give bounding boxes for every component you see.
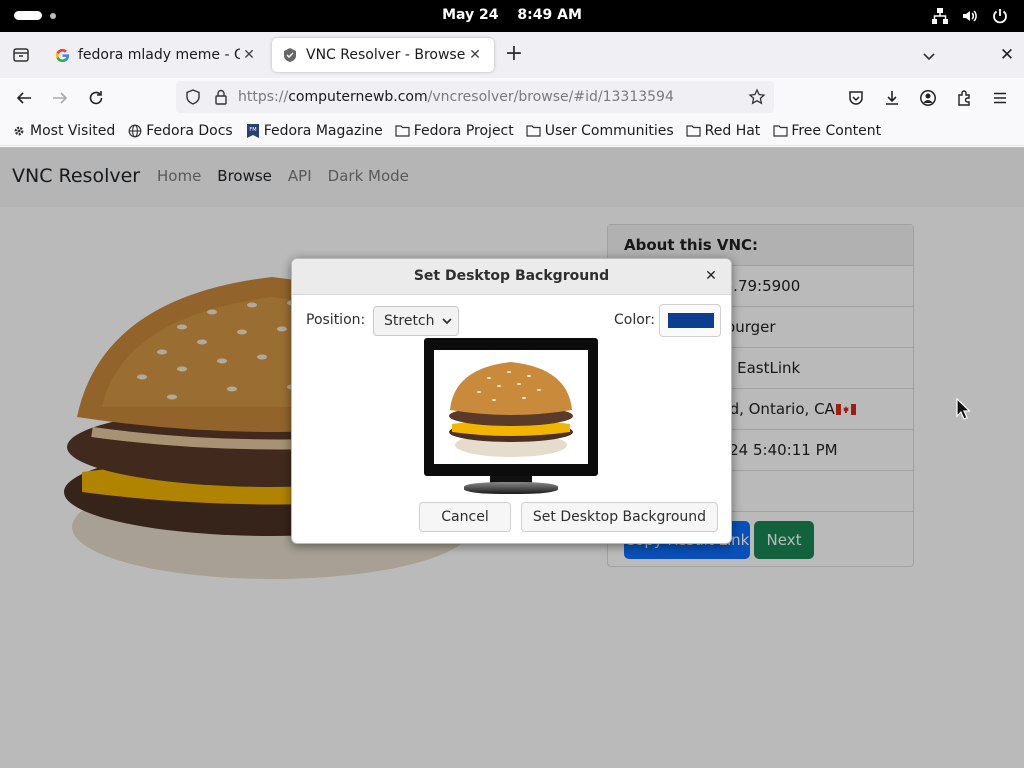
downloads-button[interactable] (880, 86, 904, 110)
reload-button[interactable] (84, 86, 108, 110)
lock-icon[interactable] (212, 88, 230, 106)
bookmarks-toolbar: Most Visited Fedora Docs FM Fedora Magaz… (0, 116, 1024, 146)
color-swatch (668, 313, 714, 328)
bookmark-label: Red Hat (704, 122, 761, 139)
bookmark-red-hat[interactable]: Red Hat (686, 122, 761, 139)
bookmark-label: Fedora Docs (146, 122, 233, 139)
pocket-button[interactable] (844, 86, 868, 110)
clock[interactable]: May 24 8:49 AM (0, 7, 1024, 23)
bookmark-free-content[interactable]: Free Content (772, 123, 881, 139)
bookmark-label: Most Visited (30, 122, 116, 139)
color-label: Color: (614, 312, 656, 328)
color-picker-button[interactable] (659, 304, 721, 337)
set-desktop-background-dialog: Set Desktop Background ✕ Position: Stret… (291, 258, 732, 544)
tab-title: fedora mlady meme - Goo (78, 47, 240, 63)
bookmark-star-icon[interactable] (748, 88, 766, 106)
gear-icon (11, 123, 27, 139)
back-button[interactable] (12, 86, 36, 110)
folder-icon (526, 123, 542, 139)
system-top-bar: May 24 8:49 AM (0, 0, 1024, 32)
bookmark-fedora-docs[interactable]: Fedora Docs (127, 122, 233, 139)
background-preview-image (434, 350, 588, 464)
position-dropdown[interactable]: Stretch (373, 306, 459, 336)
volume-icon (960, 6, 980, 26)
network-icon (930, 6, 950, 26)
monitor-frame (424, 338, 598, 476)
bookmark-label: Free Content (791, 122, 882, 139)
clock-date: May 24 (442, 7, 499, 23)
hamburger-menu-icon (994, 92, 1006, 104)
account-button[interactable] (916, 86, 940, 110)
tab-vnc-resolver[interactable]: VNC Resolver - Browse ✕ (272, 38, 494, 72)
set-desktop-background-button[interactable]: Set Desktop Background (521, 502, 718, 532)
svg-text:FM: FM (249, 127, 256, 133)
folder-icon (395, 123, 411, 139)
url-path: /vncresolver/browse/#id/13313594 (427, 89, 674, 105)
clock-time: 8:49 AM (517, 7, 582, 23)
bookmark-fedora-magazine[interactable]: FM Fedora Magazine (245, 123, 383, 139)
url-text[interactable]: https://computernewb.com/vncresolver/bro… (238, 89, 674, 105)
download-icon (886, 91, 898, 105)
extensions-button[interactable] (952, 86, 976, 110)
dialog-close-icon[interactable]: ✕ (702, 267, 720, 285)
mouse-cursor-icon (956, 398, 970, 420)
chevron-down-icon (441, 315, 453, 327)
google-icon (54, 47, 70, 63)
forward-arrow-icon (53, 92, 68, 104)
forward-button[interactable] (48, 86, 72, 110)
url-scheme: https:// (238, 89, 289, 105)
new-tab-button[interactable]: + (502, 43, 526, 67)
url-host: computernewb.com (288, 89, 428, 105)
folder-icon (772, 123, 788, 139)
account-icon (920, 90, 936, 106)
power-icon (990, 6, 1010, 26)
fedora-magazine-icon: FM (245, 123, 261, 139)
bookmark-fedora-project[interactable]: Fedora Project (395, 123, 514, 139)
pocket-icon (849, 91, 863, 105)
back-arrow-icon (16, 92, 31, 104)
chevron-down-icon (923, 53, 935, 61)
bookmark-user-communities[interactable]: User Communities (526, 123, 674, 139)
firefox-view-icon (13, 48, 29, 62)
list-all-tabs-button[interactable] (918, 45, 940, 67)
position-value: Stretch (384, 313, 435, 329)
vnc-resolver-icon (282, 47, 298, 63)
tab-title: VNC Resolver - Browse (306, 47, 466, 63)
bookmark-label: Fedora Project (413, 122, 514, 139)
cancel-button[interactable]: Cancel (419, 502, 511, 532)
app-menu-button[interactable] (988, 86, 1012, 110)
puzzle-icon (958, 90, 970, 106)
background-preview-monitor (424, 338, 600, 498)
reload-icon (89, 91, 103, 105)
bookmark-label: User Communities (544, 122, 674, 139)
window-close-button[interactable]: ✕ (995, 43, 1019, 67)
firefox-view-button[interactable] (8, 42, 34, 68)
dialog-title: Set Desktop Background (292, 259, 731, 295)
address-bar[interactable]: https://computernewb.com/vncresolver/bro… (176, 81, 774, 113)
tab-google-search[interactable]: fedora mlady meme - Goo ✕ (44, 38, 268, 72)
monitor-base (464, 482, 558, 494)
position-label: Position: (306, 312, 366, 328)
bookmark-most-visited[interactable]: Most Visited (11, 123, 115, 139)
close-tab-icon[interactable]: ✕ (466, 47, 484, 63)
bookmark-label: Fedora Magazine (263, 122, 383, 139)
tracking-protection-shield-icon[interactable] (184, 88, 202, 106)
close-tab-icon[interactable]: ✕ (240, 47, 258, 63)
navigation-toolbar: https://computernewb.com/vncresolver/bro… (0, 78, 1024, 116)
globe-icon (127, 123, 143, 139)
folder-icon (686, 123, 702, 139)
system-tray[interactable] (930, 6, 1010, 26)
tab-bar: fedora mlady meme - Goo ✕ VNC Resolver -… (0, 32, 1024, 78)
